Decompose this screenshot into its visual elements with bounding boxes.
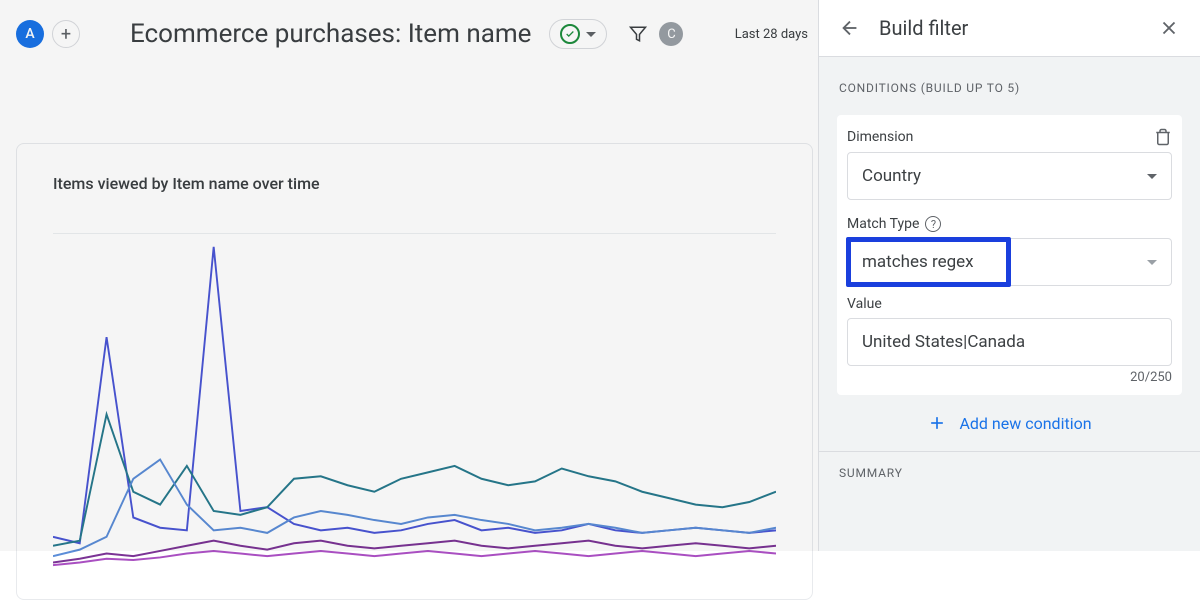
back-arrow-icon[interactable] — [839, 17, 861, 39]
chart-area — [53, 233, 776, 569]
plus-icon — [927, 413, 947, 433]
add-button[interactable]: + — [52, 20, 80, 48]
dimension-label: Dimension — [847, 129, 913, 145]
page-header: A + Ecommerce purchases: Item name C Las… — [0, 0, 818, 68]
chart-title: Items viewed by Item name over time — [53, 174, 776, 193]
dimension-select-value: Country — [862, 166, 921, 186]
comparison-avatar[interactable]: C — [659, 22, 683, 46]
chart-card: Items viewed by Item name over time — [16, 143, 813, 600]
chevron-down-icon — [1147, 174, 1157, 179]
add-condition-label: Add new condition — [959, 414, 1091, 433]
summary-section-label: SUMMARY — [819, 451, 1200, 488]
condition-card: Dimension Country Match Type ? matches r… — [837, 115, 1182, 395]
dimension-select[interactable]: Country — [847, 152, 1172, 200]
value-label: Value — [847, 296, 882, 312]
panel-title: Build filter — [879, 16, 1140, 40]
match-type-select[interactable]: matches regex — [847, 238, 1172, 286]
char-counter: 20/250 — [847, 370, 1172, 385]
help-icon[interactable]: ? — [925, 216, 941, 232]
add-condition-button[interactable]: Add new condition — [819, 395, 1200, 451]
panel-header: Build filter — [819, 0, 1200, 57]
chevron-down-icon — [586, 32, 596, 37]
page-title: Ecommerce purchases: Item name — [130, 19, 531, 49]
filter-funnel-icon[interactable] — [629, 25, 647, 43]
match-type-label: Match Type ? — [847, 216, 941, 232]
workspace-avatar[interactable]: A — [16, 20, 44, 48]
check-icon — [560, 24, 580, 44]
value-input[interactable] — [847, 318, 1172, 366]
chevron-down-icon — [1147, 260, 1157, 265]
date-range-picker[interactable]: Last 28 days — [735, 27, 808, 42]
match-type-select-value: matches regex — [862, 252, 974, 272]
delete-icon[interactable] — [1154, 128, 1172, 146]
filter-panel: Build filter CONDITIONS (BUILD UP TO 5) … — [818, 0, 1200, 551]
conditions-section-label: CONDITIONS (BUILD UP TO 5) — [819, 57, 1200, 115]
status-pill[interactable] — [549, 19, 607, 49]
close-icon[interactable] — [1158, 17, 1180, 39]
